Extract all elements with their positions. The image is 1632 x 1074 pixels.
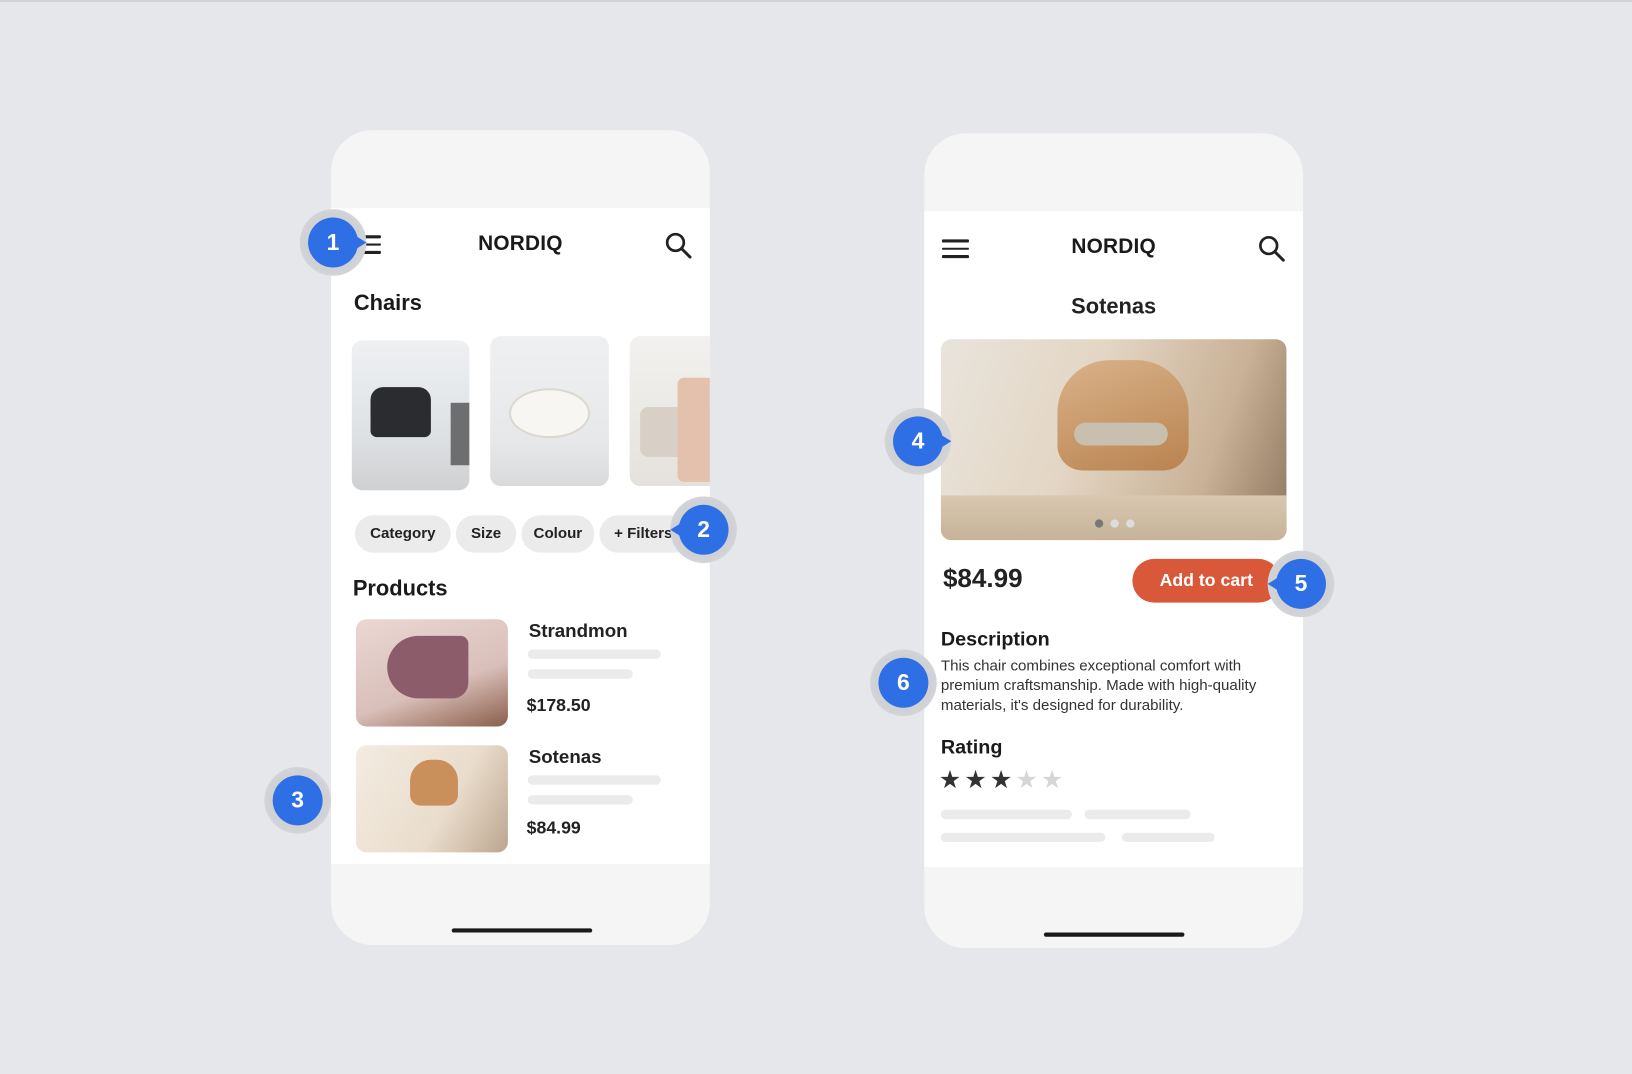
rating-stars: ★ ★ ★ ★ ★ [939, 768, 1063, 793]
callout-6: 6 [870, 649, 937, 717]
list-screen: NORDIQ Chairs Category Size Colour + Fil… [330, 208, 710, 864]
hamburger-icon[interactable] [941, 239, 969, 258]
search-icon[interactable] [1257, 234, 1286, 263]
product-price: $178.50 [526, 695, 591, 716]
product-image[interactable] [355, 619, 508, 727]
star-filled-icon: ★ [938, 766, 962, 795]
product-title: Sotenas [1071, 294, 1157, 319]
skeleton-line [1084, 809, 1191, 820]
brand-logo: NORDIQ [1071, 235, 1156, 259]
filter-chip-size[interactable]: Size [455, 515, 517, 553]
product-price: $84.99 [942, 564, 1023, 594]
detail-screen: NORDIQ Sotenas $84.99 Add to cart Descri… [924, 211, 1304, 867]
category-title: Chairs [353, 291, 422, 316]
callout-2: 2 [670, 496, 737, 564]
skeleton-line [527, 649, 661, 659]
carousel-dot-active[interactable] [1094, 519, 1104, 528]
description-title: Description [940, 628, 1050, 651]
callout-1: 1 [299, 209, 367, 276]
product-price: $84.99 [526, 818, 581, 838]
top-divider [0, 0, 1632, 3]
callout-3: 3 [264, 767, 331, 834]
star-empty-icon: ★ [1015, 766, 1038, 795]
skeleton-line [1121, 832, 1215, 843]
product-hero-image[interactable] [940, 339, 1287, 541]
callout-4: 4 [884, 407, 952, 475]
chair-thumbnail-black[interactable] [351, 340, 470, 491]
skeleton-line [940, 832, 1106, 843]
chair-thumbnail-white[interactable] [490, 336, 609, 487]
star-filled-icon: ★ [989, 766, 1013, 795]
callout-5: 5 [1267, 550, 1335, 618]
description-text: This chair combines exceptional comfort … [940, 657, 1257, 714]
skeleton-line [527, 795, 633, 805]
product-image[interactable] [355, 745, 508, 853]
home-indicator [1043, 932, 1185, 937]
carousel-dot[interactable] [1110, 519, 1119, 528]
add-to-cart-button[interactable]: Add to cart [1132, 558, 1281, 603]
skeleton-line [940, 809, 1073, 820]
home-indicator [451, 928, 593, 933]
skeleton-line [527, 775, 661, 785]
brand-logo: NORDIQ [478, 232, 563, 255]
rating-title: Rating [940, 736, 1003, 759]
search-icon[interactable] [664, 231, 693, 260]
product-name[interactable]: Sotenas [529, 746, 602, 768]
filter-chip-colour[interactable]: Colour [521, 515, 595, 553]
chair-thumbnail-beige[interactable] [629, 336, 710, 487]
products-title: Products [352, 576, 448, 601]
star-filled-icon: ★ [964, 766, 987, 795]
carousel-dot[interactable] [1126, 519, 1135, 528]
filter-chip-category[interactable]: Category [354, 515, 451, 553]
skeleton-line [527, 669, 633, 679]
star-empty-icon: ★ [1040, 766, 1064, 795]
phone-product-detail: NORDIQ Sotenas $84.99 Add to cart Descri… [924, 133, 1304, 949]
product-name[interactable]: Strandmon [529, 620, 628, 642]
phone-product-list: NORDIQ Chairs Category Size Colour + Fil… [330, 130, 710, 946]
